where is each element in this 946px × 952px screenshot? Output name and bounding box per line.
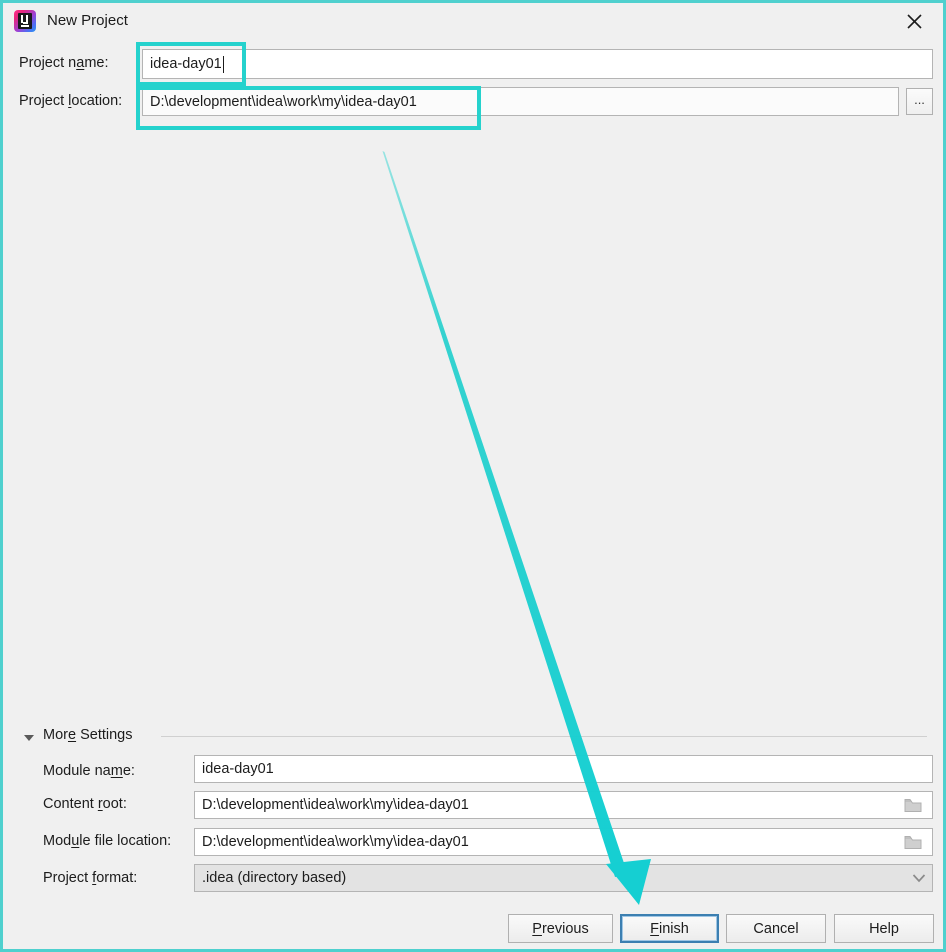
content-root-input[interactable]: D:\development\idea\work\my\idea-day01 — [194, 791, 933, 819]
module-name-label: Module name: — [43, 763, 135, 779]
project-location-input[interactable]: D:\development\idea\work\my\idea-day01 — [142, 87, 899, 116]
window-title: New Project — [47, 12, 128, 29]
module-file-location-label: Module file location: — [43, 833, 172, 849]
content-root-value: D:\development\idea\work\my\idea-day01 — [202, 797, 469, 813]
folder-icon[interactable] — [902, 794, 924, 816]
module-file-location-input[interactable]: D:\development\idea\work\my\idea-day01 — [194, 828, 933, 856]
module-file-location-value: D:\development\idea\work\my\idea-day01 — [202, 834, 469, 850]
project-format-select[interactable]: .idea (directory based) — [194, 864, 933, 892]
project-name-input[interactable]: idea-day01 — [142, 49, 933, 79]
cancel-button-label: Cancel — [753, 920, 799, 937]
project-format-label: Project format: — [43, 870, 138, 886]
project-name-label: Project name: — [19, 55, 109, 71]
folder-icon[interactable] — [902, 831, 924, 853]
project-location-label: Project location: — [19, 93, 123, 109]
more-settings-section-header: More Settings — [3, 725, 943, 751]
help-button-label: Help — [869, 920, 899, 937]
cancel-button[interactable]: Cancel — [726, 914, 826, 943]
close-icon[interactable] — [893, 7, 935, 35]
previous-button-label: Previous — [532, 920, 589, 937]
project-name-value: idea-day01 — [150, 56, 222, 72]
intellij-idea-icon — [14, 10, 36, 32]
new-project-dialog: New Project Project name: idea-day01 Pro… — [0, 0, 946, 952]
previous-button[interactable]: Previous — [508, 914, 613, 943]
chevron-down-icon[interactable] — [907, 866, 931, 890]
section-divider — [161, 736, 927, 737]
triangle-down-icon[interactable] — [23, 731, 37, 745]
finish-button-label: Finish — [650, 920, 689, 937]
module-name-value: idea-day01 — [202, 761, 274, 777]
browse-folder-button[interactable]: ... — [906, 88, 933, 115]
project-location-value: D:\development\idea\work\my\idea-day01 — [150, 93, 417, 110]
help-button[interactable]: Help — [834, 914, 934, 943]
text-caret — [222, 55, 224, 73]
project-format-value: .idea (directory based) — [202, 870, 347, 886]
ellipsis-icon: ... — [914, 91, 925, 107]
more-settings-label[interactable]: More Settings — [43, 727, 132, 743]
finish-button[interactable]: Finish — [620, 914, 719, 943]
title-bar: New Project — [3, 3, 943, 39]
content-root-label: Content root: — [43, 796, 127, 812]
module-name-input[interactable]: idea-day01 — [194, 755, 933, 783]
